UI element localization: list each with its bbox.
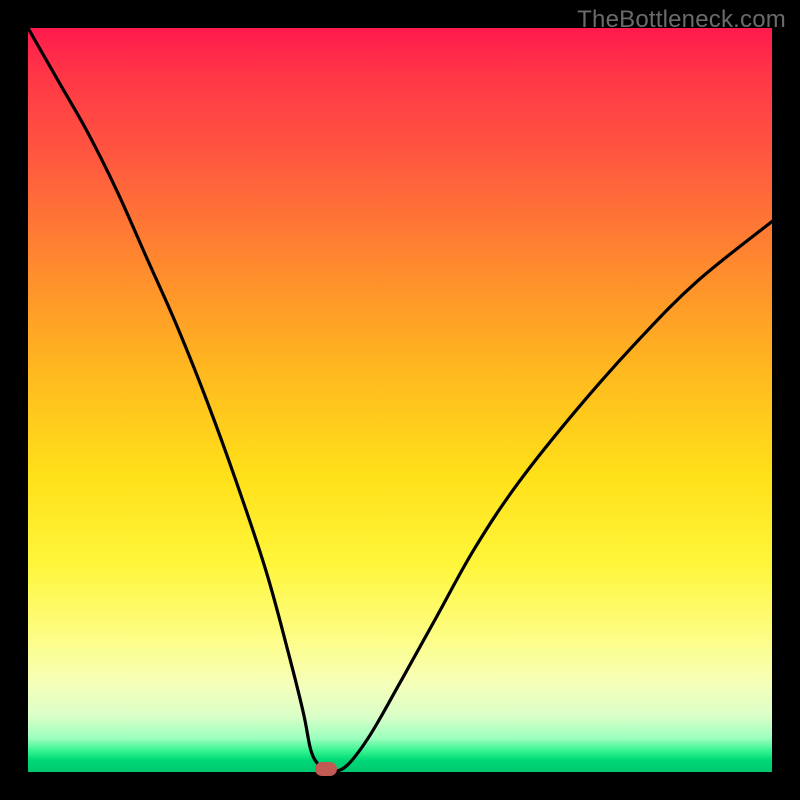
watermark-text: TheBottleneck.com <box>577 6 786 34</box>
optimal-point-marker <box>315 762 337 776</box>
bottleneck-curve <box>28 28 772 772</box>
chart-plot-area <box>28 28 772 772</box>
chart-frame: TheBottleneck.com <box>0 0 800 800</box>
